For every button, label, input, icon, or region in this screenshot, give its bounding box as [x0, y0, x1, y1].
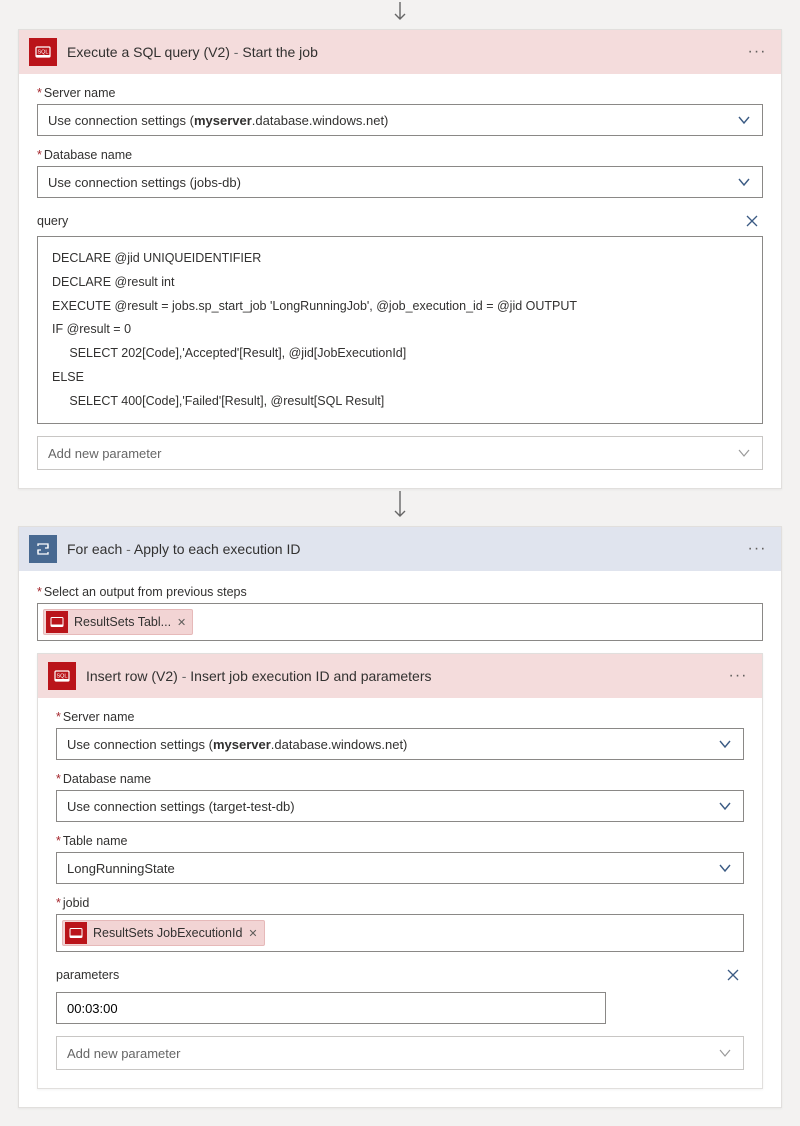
database-name-label: Database name: [37, 148, 763, 162]
database-name-select[interactable]: Use connection settings (jobs-db): [37, 166, 763, 198]
jobid-label: jobid: [56, 896, 744, 910]
query-label: query: [37, 214, 68, 228]
sql-icon: SQL: [29, 38, 57, 66]
add-new-parameter-select[interactable]: Add new parameter: [37, 436, 763, 470]
table-name-select[interactable]: LongRunningState: [56, 852, 744, 884]
parameters-label: parameters: [56, 968, 119, 982]
select-output-label: Select an output from previous steps: [37, 585, 763, 599]
step-header[interactable]: SQL Execute a SQL query (V2) - Start the…: [19, 30, 781, 74]
step-title: Insert row (V2) - Insert job execution I…: [86, 668, 724, 684]
token-resultsets-jobexecutionid[interactable]: ResultSets JobExecutionId ✕: [62, 920, 265, 946]
connector-arrow: [18, 0, 782, 29]
step-title: For each - Apply to each execution ID: [67, 541, 743, 557]
server-name-label: Server name: [37, 86, 763, 100]
more-menu-button[interactable]: ···: [724, 664, 752, 688]
query-textarea[interactable]: DECLARE @jid UNIQUEIDENTIFIER DECLARE @r…: [37, 236, 763, 424]
select-output-input[interactable]: ResultSets Tabl... ✕: [37, 603, 763, 641]
server-name-label: Server name: [56, 710, 744, 724]
step-header[interactable]: SQL Insert row (V2) - Insert job executi…: [38, 654, 762, 698]
step-title: Execute a SQL query (V2) - Start the job: [67, 44, 743, 60]
connector-arrow: [18, 489, 782, 526]
chevron-down-icon: [726, 113, 762, 127]
token-remove-icon[interactable]: ✕: [177, 616, 186, 629]
chevron-down-icon: [707, 861, 743, 875]
parameters-input[interactable]: [56, 992, 606, 1024]
chevron-down-icon: [707, 799, 743, 813]
foreach-icon: [29, 535, 57, 563]
sql-icon: [65, 922, 87, 944]
svg-text:SQL: SQL: [56, 674, 67, 680]
database-name-label: Database name: [56, 772, 744, 786]
step-header[interactable]: For each - Apply to each execution ID ··…: [19, 527, 781, 571]
chevron-down-icon: [707, 737, 743, 751]
add-new-parameter-select[interactable]: Add new parameter: [56, 1036, 744, 1070]
svg-text:SQL: SQL: [37, 50, 48, 56]
token-resultsets-table[interactable]: ResultSets Tabl... ✕: [43, 609, 193, 635]
chevron-down-icon: [707, 1046, 743, 1060]
server-name-select[interactable]: Use connection settings (myserver.databa…: [37, 104, 763, 136]
more-menu-button[interactable]: ···: [743, 537, 771, 561]
database-name-select[interactable]: Use connection settings (target-test-db): [56, 790, 744, 822]
step-insert-row: SQL Insert row (V2) - Insert job executi…: [37, 653, 763, 1089]
token-remove-icon[interactable]: ✕: [248, 927, 257, 940]
jobid-input[interactable]: ResultSets JobExecutionId ✕: [56, 914, 744, 952]
table-name-label: Table name: [56, 834, 744, 848]
clear-query-button[interactable]: [741, 210, 763, 232]
sql-icon: SQL: [48, 662, 76, 690]
step-for-each: For each - Apply to each execution ID ··…: [18, 526, 782, 1108]
more-menu-button[interactable]: ···: [743, 40, 771, 64]
server-name-select[interactable]: Use connection settings (myserver.databa…: [56, 728, 744, 760]
clear-parameters-button[interactable]: [722, 964, 744, 986]
sql-icon: [46, 611, 68, 633]
chevron-down-icon: [726, 175, 762, 189]
step-execute-sql-start-job: SQL Execute a SQL query (V2) - Start the…: [18, 29, 782, 489]
chevron-down-icon: [726, 446, 762, 460]
